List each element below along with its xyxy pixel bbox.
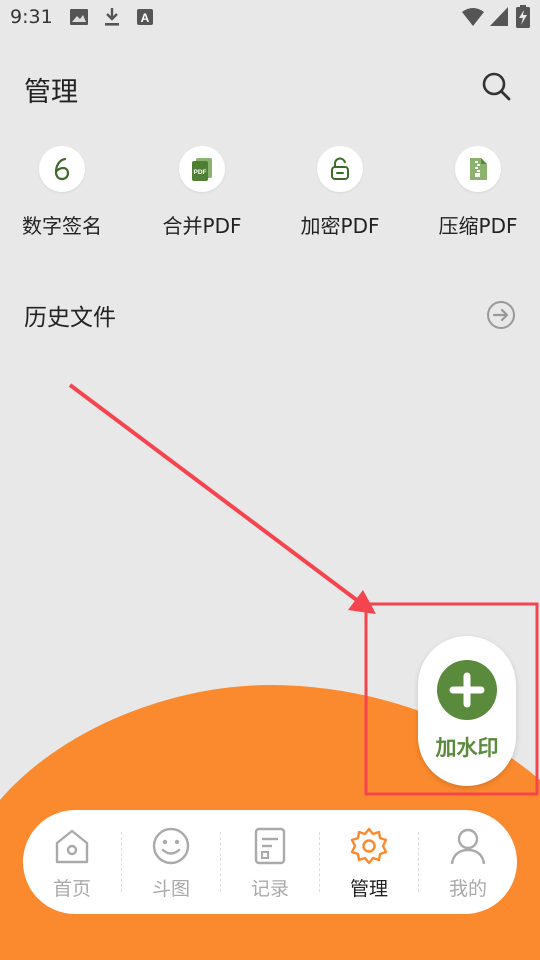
svg-text:A: A <box>141 11 150 25</box>
document-icon <box>254 827 286 865</box>
nav-item-profile[interactable]: 我的 <box>419 810 517 914</box>
battery-charging-icon <box>516 5 530 28</box>
wifi-icon <box>462 8 484 26</box>
user-icon <box>450 828 486 865</box>
lock-icon <box>331 157 349 180</box>
search-icon <box>482 72 511 101</box>
status-bar: 9:31 A <box>0 0 540 36</box>
tool-label: 加密PDF <box>300 214 380 238</box>
history-files-link[interactable]: 历史文件 <box>24 298 116 332</box>
download-icon <box>105 8 119 26</box>
page-title: 管理 <box>24 77 78 108</box>
add-watermark-button[interactable]: 加水印 <box>418 636 516 786</box>
zip-file-icon <box>470 158 487 180</box>
home-icon <box>55 829 89 864</box>
nav-label: 我的 <box>448 878 487 900</box>
digital-signature-icon <box>54 157 70 181</box>
nav-label: 记录 <box>250 878 289 900</box>
text-a-icon: A <box>137 9 153 25</box>
arrow-right-circle-icon <box>487 301 515 329</box>
tool-label: 数字签名 <box>22 214 102 238</box>
nav-item-memes[interactable]: 斗图 <box>122 810 220 914</box>
image-icon <box>70 9 88 25</box>
add-watermark-label: 加水印 <box>435 736 499 760</box>
nav-item-records[interactable]: 记录 <box>221 810 319 914</box>
nav-label: 斗图 <box>151 878 190 900</box>
tool-label: 压缩PDF <box>438 214 518 238</box>
smiley-icon <box>152 827 190 865</box>
search-button[interactable] <box>478 68 514 104</box>
tool-digital-signature[interactable]: 数字签名 <box>2 146 122 242</box>
nav-label: 管理 <box>349 878 388 900</box>
tool-merge-pdf[interactable]: PDF 合并PDF <box>142 146 262 242</box>
history-arrow-button[interactable] <box>486 300 516 334</box>
bottom-navigation: 首页 斗图 记录 管理 我的 <box>23 810 517 914</box>
status-time: 9:31 <box>10 6 53 28</box>
nav-item-manage[interactable]: 管理 <box>320 810 418 914</box>
svg-text:PDF: PDF <box>194 169 207 176</box>
cellular-icon <box>490 7 508 26</box>
tool-encrypt-pdf[interactable]: 加密PDF <box>280 146 400 242</box>
tool-label: 合并PDF <box>162 214 242 238</box>
nav-item-home[interactable]: 首页 <box>23 810 121 914</box>
gear-icon <box>350 827 388 865</box>
nav-label: 首页 <box>52 878 91 900</box>
pdf-merge-icon: PDF <box>192 158 212 181</box>
tool-compress-pdf[interactable]: 压缩PDF <box>418 146 538 242</box>
plus-icon <box>449 672 485 708</box>
